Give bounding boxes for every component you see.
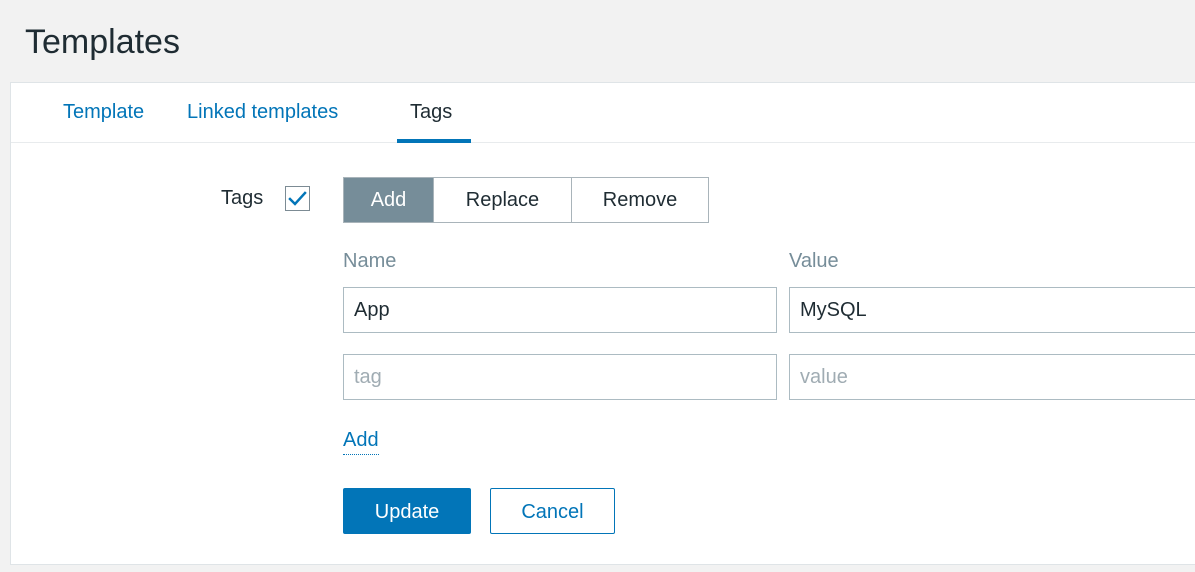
tag-value-input-2[interactable] (789, 354, 1195, 400)
tag-mode-selector: Add Replace Remove (343, 177, 709, 223)
tab-linked-templates[interactable]: Linked templates (187, 83, 338, 142)
mode-remove-button[interactable]: Remove (571, 178, 708, 222)
add-tag-link[interactable]: Add (343, 426, 379, 455)
column-header-name: Name (343, 250, 397, 272)
tags-field-label: Tags (221, 187, 264, 209)
page-title: Templates (25, 23, 180, 61)
tab-tags[interactable]: Tags (396, 83, 472, 143)
page: Templates Template Linked templates Tags… (0, 0, 1195, 572)
tag-name-input-2[interactable] (343, 354, 777, 400)
update-button[interactable]: Update (343, 488, 471, 534)
column-header-value: Value (789, 250, 839, 272)
cancel-button[interactable]: Cancel (490, 488, 615, 534)
tag-value-input-1[interactable] (789, 287, 1195, 333)
check-icon (288, 191, 307, 206)
tab-bar: Template Linked templates Tags (11, 83, 1195, 143)
mode-replace-button[interactable]: Replace (433, 178, 571, 222)
tab-template[interactable]: Template (63, 83, 144, 142)
tag-name-input-1[interactable] (343, 287, 777, 333)
tags-checkbox[interactable] (285, 186, 310, 211)
form-card: Template Linked templates Tags Tags Add … (10, 82, 1195, 565)
mode-add-button[interactable]: Add (344, 178, 433, 222)
